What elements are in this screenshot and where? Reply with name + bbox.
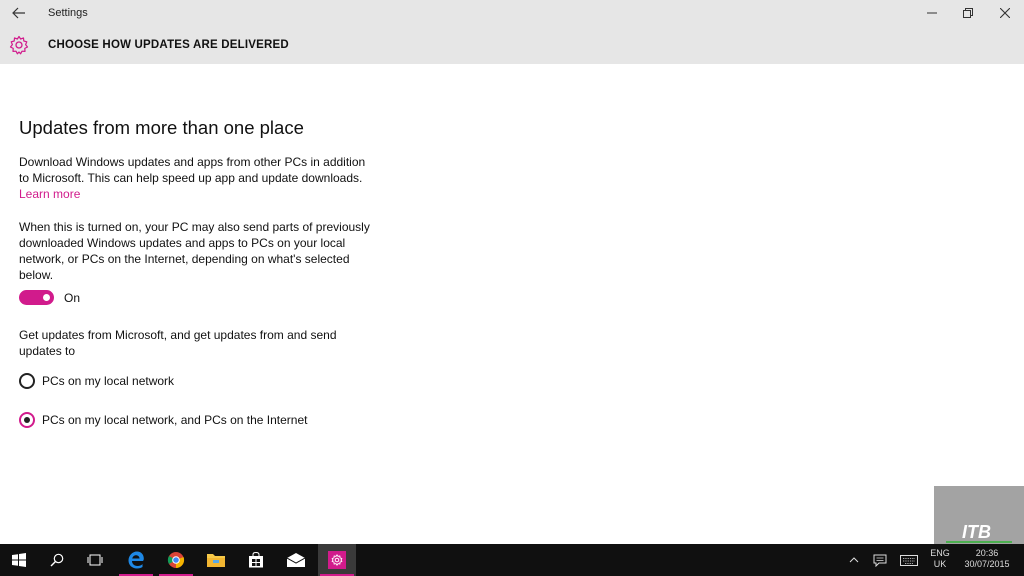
region-code: UK xyxy=(933,559,947,569)
page-title: CHOOSE HOW UPDATES ARE DELIVERED xyxy=(48,39,289,51)
task-view-button[interactable] xyxy=(76,544,114,576)
store-bag-icon xyxy=(249,552,263,568)
description-block: Download Windows updates and apps from o… xyxy=(19,154,374,202)
touch-keyboard-button[interactable] xyxy=(894,544,924,576)
mail-icon xyxy=(287,553,305,567)
windows-logo-icon xyxy=(12,553,26,567)
gear-icon xyxy=(9,35,29,55)
taskbar-settings[interactable] xyxy=(318,544,356,576)
minimize-button[interactable] xyxy=(917,2,947,24)
settings-gear-icon xyxy=(331,554,343,566)
radio-button-local[interactable] xyxy=(19,373,35,389)
toggle-state-label: On xyxy=(64,291,81,305)
get-updates-label: Get updates from Microsoft, and get upda… xyxy=(19,328,337,358)
chrome-browser-icon xyxy=(167,552,185,569)
radio-label-internet: PCs on my local network, and PCs on the … xyxy=(42,413,308,427)
search-icon xyxy=(50,553,64,567)
restore-button[interactable] xyxy=(953,2,983,24)
taskbar-mail[interactable] xyxy=(277,544,315,576)
radio-label-local: PCs on my local network xyxy=(42,374,175,388)
close-icon xyxy=(1000,8,1010,18)
back-arrow-icon xyxy=(12,7,25,19)
taskbar-store[interactable] xyxy=(237,544,275,576)
chevron-up-icon xyxy=(849,557,859,563)
search-button[interactable] xyxy=(38,544,76,576)
action-center-button[interactable] xyxy=(866,544,894,576)
radio-option-local-and-internet[interactable]: PCs on my local network, and PCs on the … xyxy=(19,412,307,428)
edge-browser-icon xyxy=(128,551,144,569)
folder-icon xyxy=(207,554,225,567)
section-title: Updates from more than one place xyxy=(19,117,304,138)
delivery-optimization-toggle[interactable] xyxy=(19,290,54,305)
radio-option-local-network[interactable]: PCs on my local network xyxy=(19,373,174,389)
send-description-text: When this is turned on, your PC may also… xyxy=(19,220,370,282)
close-button[interactable] xyxy=(990,2,1020,24)
taskbar: ENG UK 20:36 30/07/2015 xyxy=(0,544,1024,576)
show-hidden-icons-button[interactable] xyxy=(840,544,868,576)
notification-icon xyxy=(873,554,887,567)
clock-time: 20:36 xyxy=(975,548,999,558)
page-header: CHOOSE HOW UPDATES ARE DELIVERED xyxy=(0,28,1024,64)
task-view-icon xyxy=(87,554,103,566)
description-text: Download Windows updates and apps from o… xyxy=(19,155,366,185)
keyboard-icon xyxy=(900,554,918,566)
title-bar: Settings xyxy=(0,0,1024,28)
window-title: Settings xyxy=(48,7,88,19)
minimize-icon xyxy=(927,12,937,14)
taskbar-chrome[interactable] xyxy=(157,544,195,576)
toggle-knob xyxy=(43,294,50,301)
watermark-text: ITB xyxy=(962,522,991,542)
start-button[interactable] xyxy=(0,544,38,576)
language-indicator[interactable]: ENG UK xyxy=(926,548,954,570)
clock[interactable]: 20:36 30/07/2015 xyxy=(956,548,1018,570)
taskbar-file-explorer[interactable] xyxy=(197,544,235,576)
taskbar-edge[interactable] xyxy=(117,544,155,576)
radio-button-internet[interactable] xyxy=(19,412,35,428)
watermark-logo: ITB xyxy=(934,486,1024,544)
back-button[interactable] xyxy=(6,2,32,24)
restore-icon xyxy=(963,8,973,18)
clock-date: 30/07/2015 xyxy=(964,559,1010,569)
language-code: ENG xyxy=(930,548,950,558)
learn-more-link[interactable]: Learn more xyxy=(19,187,80,201)
